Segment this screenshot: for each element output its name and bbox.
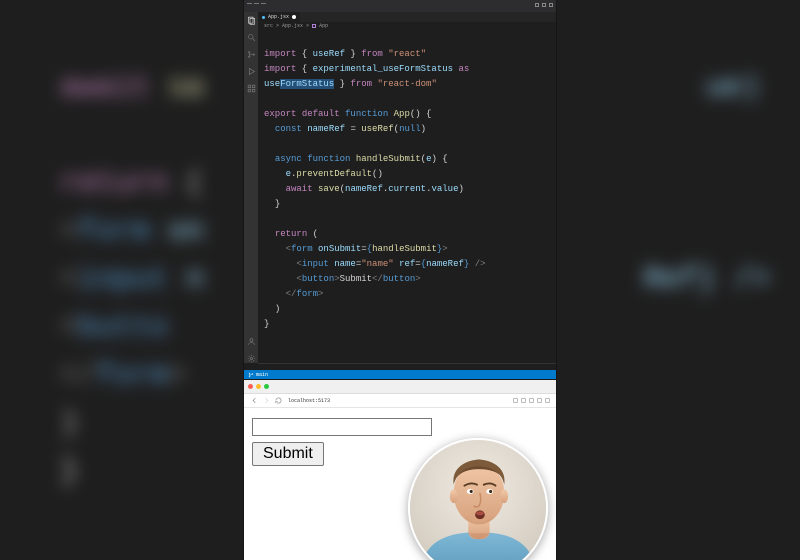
bottom-panel-tabs (258, 363, 556, 370)
vscode-window: App.jsx src > App.jsx > App import { use… (244, 0, 556, 380)
close-icon[interactable] (248, 384, 253, 389)
breadcrumb-symbol: App (319, 23, 328, 29)
code-editor[interactable]: import { useRef } from "react" import { … (258, 30, 556, 363)
debug-icon[interactable] (247, 67, 256, 76)
forward-icon[interactable] (262, 397, 270, 405)
browser-tab-strip (244, 380, 556, 394)
gear-icon[interactable] (247, 354, 256, 363)
phone-overlay-column: App.jsx src > App.jsx > App import { use… (244, 0, 556, 560)
status-bar: main (244, 370, 556, 379)
files-icon[interactable] (247, 16, 256, 25)
submit-button[interactable]: Submit (252, 442, 324, 466)
window-title-bar (244, 0, 556, 12)
tab-label: App.jsx (268, 14, 289, 20)
ext-icon[interactable] (521, 398, 526, 403)
ext-icon[interactable] (529, 398, 534, 403)
tab-app-jsx[interactable]: App.jsx (258, 12, 300, 22)
ext-icon[interactable] (537, 398, 542, 403)
name-input[interactable] (252, 418, 432, 436)
minimize-icon[interactable] (256, 384, 261, 389)
extensions-icon[interactable] (247, 84, 256, 93)
ext-icon[interactable] (545, 398, 550, 403)
address-bar[interactable]: localhost:5173 (288, 398, 330, 404)
reload-icon[interactable] (274, 397, 282, 405)
browser-window: localhost:5173 Submit (244, 380, 556, 560)
extension-icons (513, 398, 550, 403)
maximize-icon[interactable] (264, 384, 269, 389)
browser-viewport: Submit (244, 408, 556, 560)
source-control-icon[interactable] (247, 50, 256, 59)
breadcrumb[interactable]: src > App.jsx > App (258, 22, 556, 30)
webcam-face-overlay (408, 438, 548, 560)
account-icon[interactable] (247, 337, 256, 346)
git-branch-icon[interactable]: main (248, 372, 268, 378)
back-icon[interactable] (250, 397, 258, 405)
breadcrumb-src: src (264, 23, 273, 29)
search-icon[interactable] (247, 33, 256, 42)
symbol-icon (312, 24, 316, 28)
activity-bar (244, 12, 258, 363)
editor-tabs: App.jsx (258, 12, 556, 22)
ext-icon[interactable] (513, 398, 518, 403)
react-file-icon (262, 16, 265, 19)
breadcrumb-file: App.jsx (282, 23, 303, 29)
window-controls[interactable] (248, 384, 269, 389)
browser-toolbar: localhost:5173 (244, 394, 556, 408)
tab-modified-indicator[interactable] (292, 15, 296, 19)
